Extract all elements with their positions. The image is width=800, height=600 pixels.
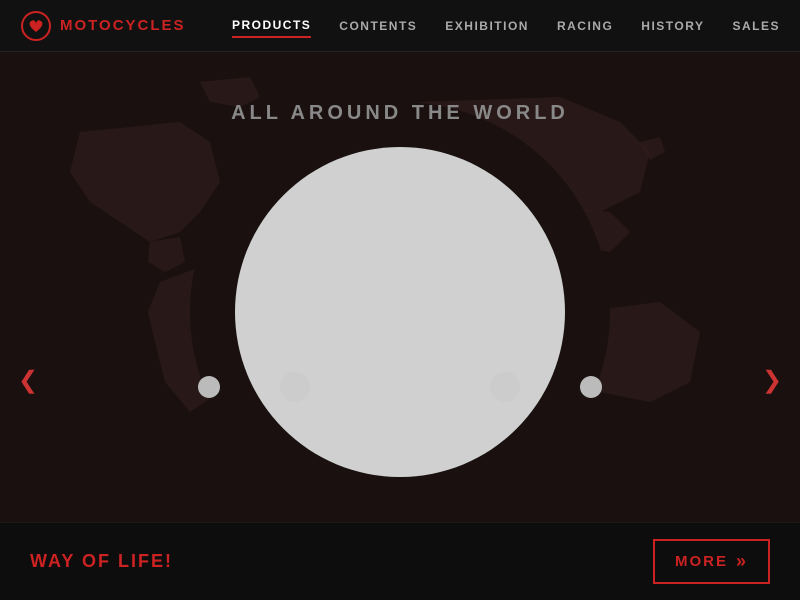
main-title: ALL AROUND THE WORLD xyxy=(0,102,800,125)
more-label: MORE xyxy=(675,553,728,570)
bottom-bar: WAY OF LIFE! MORE » xyxy=(0,522,800,600)
nav: PRODUCTS CONTENTS EXHIBITION RACING HISTORY S… xyxy=(232,14,780,38)
nav-item-products[interactable]: PRODUCTS xyxy=(232,14,311,38)
nav-item-sales[interactable]: SALES xyxy=(732,15,780,37)
more-chevrons: » xyxy=(736,551,748,572)
logo-icon xyxy=(20,10,52,42)
main-content: ALL AROUND THE WORLD ❮ ❯ WAY OF LIFE! MO… xyxy=(0,52,800,600)
carousel-dot-5[interactable] xyxy=(580,376,602,398)
logo-area: MOTOCYCLES xyxy=(20,10,186,42)
nav-item-contents[interactable]: CONTENTS xyxy=(339,15,417,37)
header: MOTOCYCLES PRODUCTS CONTENTS EXHIBITION RAC… xyxy=(0,0,800,52)
nav-item-exhibition[interactable]: EXHIBITION xyxy=(445,15,529,37)
bottom-tagline: WAY OF LIFE! xyxy=(30,551,173,572)
prev-arrow[interactable]: ❮ xyxy=(10,362,46,398)
nav-item-history[interactable]: HISTORY xyxy=(641,15,704,37)
carousel-dot-4[interactable] xyxy=(490,372,520,402)
carousel-row xyxy=(0,372,800,402)
carousel-dot-1[interactable] xyxy=(198,376,220,398)
ring-container xyxy=(190,102,610,522)
carousel-dot-2[interactable] xyxy=(280,372,310,402)
logo-text: MOTOCYCLES xyxy=(60,17,186,34)
inner-circle xyxy=(235,147,565,477)
nav-item-racing[interactable]: RACING xyxy=(557,15,613,37)
more-button[interactable]: MORE » xyxy=(653,539,770,584)
next-arrow[interactable]: ❯ xyxy=(754,362,790,398)
